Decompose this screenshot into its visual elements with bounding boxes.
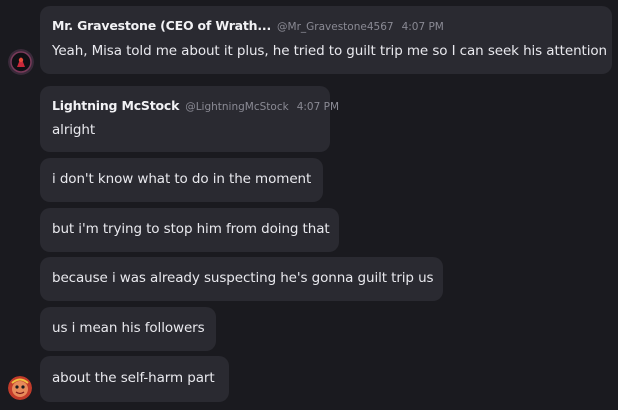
- user-avatar-gravestone[interactable]: [8, 49, 34, 75]
- message-header: Lightning McStock @LightningMcStock 4:07…: [52, 98, 339, 113]
- message-text: us i mean his followers: [52, 320, 205, 336]
- message-text: because i was already suspecting he's go…: [52, 270, 434, 286]
- message-text: alright: [52, 122, 96, 138]
- message-bubble[interactable]: Mr. Gravestone (CEO of Wrath... @Mr_Grav…: [40, 6, 612, 74]
- message-text: Yeah, Misa told me about it plus, he tri…: [52, 43, 607, 59]
- message-bubble[interactable]: but i'm trying to stop him from doing th…: [40, 208, 339, 252]
- message-text: but i'm trying to stop him from doing th…: [52, 221, 330, 237]
- message-bubble[interactable]: Lightning McStock @LightningMcStock 4:07…: [40, 86, 339, 152]
- author-name[interactable]: Lightning McStock: [52, 98, 179, 113]
- author-name[interactable]: Mr. Gravestone (CEO of Wrath...: [52, 18, 271, 33]
- message-header: Mr. Gravestone (CEO of Wrath... @Mr_Grav…: [52, 18, 444, 33]
- message-bubble[interactable]: us i mean his followers: [40, 307, 216, 351]
- message-text: i don't know what to do in the moment: [52, 171, 312, 187]
- message-text: about the self-harm part: [52, 370, 215, 386]
- timestamp: 4:07 PM: [296, 101, 340, 113]
- author-handle[interactable]: @LightningMcStock: [185, 101, 289, 113]
- timestamp: 4:07 PM: [401, 21, 444, 33]
- user-avatar-lightning[interactable]: [8, 376, 32, 400]
- author-handle[interactable]: @Mr_Gravestone4567: [277, 21, 394, 33]
- chat-window: Mr. Gravestone (CEO of Wrath... @Mr_Grav…: [0, 0, 618, 410]
- message-bubble[interactable]: because i was already suspecting he's go…: [40, 257, 443, 301]
- message-bubble[interactable]: about the self-harm part: [40, 356, 229, 402]
- message-bubble[interactable]: i don't know what to do in the moment: [40, 158, 323, 202]
